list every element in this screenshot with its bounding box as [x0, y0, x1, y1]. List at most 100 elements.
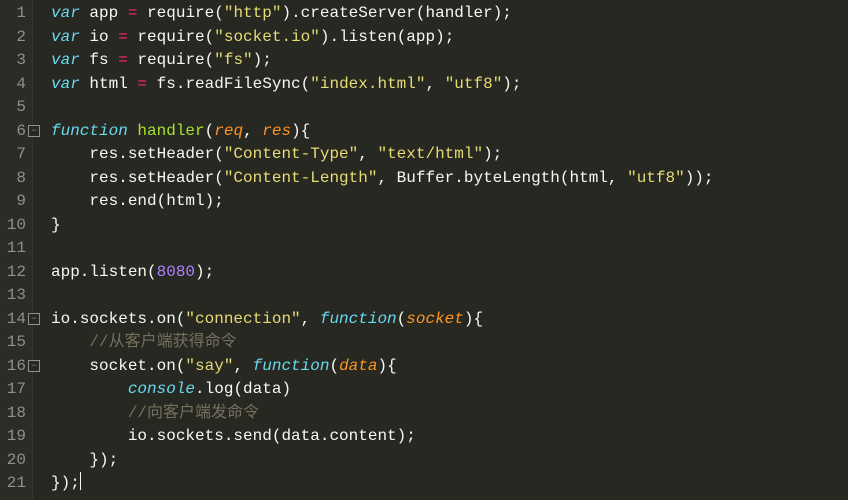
- code-line[interactable]: socket.on("say", function(data){: [51, 355, 714, 379]
- code-line[interactable]: var html = fs.readFileSync("index.html",…: [51, 73, 714, 97]
- code-line[interactable]: var fs = require("fs");: [51, 49, 714, 73]
- token-param: res: [262, 122, 291, 140]
- token-plain: ));: [685, 169, 714, 187]
- token-str: "http": [224, 4, 282, 22]
- token-plain: ){: [464, 310, 483, 328]
- code-line[interactable]: res.setHeader("Content-Type", "text/html…: [51, 143, 714, 167]
- token-param: socket: [406, 310, 464, 328]
- code-line[interactable]: var app = require("http").createServer(h…: [51, 2, 714, 26]
- token-plain: ){: [291, 122, 310, 140]
- token-storage: function: [320, 310, 397, 328]
- line-number: 18: [4, 402, 26, 426]
- token-plain: ,: [243, 122, 262, 140]
- token-str: "utf8": [445, 75, 503, 93]
- line-number: 12: [4, 261, 26, 285]
- code-editor[interactable]: 123456−7891011121314−1516−1718192021 var…: [0, 0, 848, 500]
- token-comment: //向客户端发命令: [128, 404, 259, 422]
- line-number: 17: [4, 378, 26, 402]
- code-area[interactable]: var app = require("http").createServer(h…: [33, 0, 714, 500]
- code-line[interactable]: app.listen(8080);: [51, 261, 714, 285]
- line-number: 1: [4, 2, 26, 26]
- token-plain: (: [397, 310, 407, 328]
- token-plain: );: [195, 263, 214, 281]
- code-line[interactable]: //从客户端获得命令: [51, 331, 714, 355]
- token-plain: res.end(html);: [51, 192, 224, 210]
- token-plain: require(: [128, 51, 214, 69]
- fold-toggle-icon[interactable]: −: [28, 313, 40, 325]
- token-plain: ){: [377, 357, 396, 375]
- token-plain: );: [502, 75, 521, 93]
- code-line[interactable]: io.sockets.send(data.content);: [51, 425, 714, 449]
- token-plain: });: [51, 451, 118, 469]
- token-str: "socket.io": [214, 28, 320, 46]
- token-op: =: [118, 51, 128, 69]
- token-kw: var: [51, 51, 80, 69]
- token-storage: function: [51, 122, 128, 140]
- token-plain: res.setHeader(: [51, 145, 224, 163]
- token-plain: .log(data): [195, 380, 291, 398]
- line-number: 3: [4, 49, 26, 73]
- token-plain: socket.on(: [51, 357, 185, 375]
- token-plain: require(: [137, 4, 223, 22]
- code-line[interactable]: io.sockets.on("connection", function(soc…: [51, 308, 714, 332]
- line-number: 20: [4, 449, 26, 473]
- token-plain: html: [80, 75, 138, 93]
- token-plain: [51, 333, 89, 351]
- token-plain: res.setHeader(: [51, 169, 224, 187]
- token-plain: });: [51, 474, 80, 492]
- fold-toggle-icon[interactable]: −: [28, 360, 40, 372]
- line-number: 11: [4, 237, 26, 261]
- code-line[interactable]: });: [51, 449, 714, 473]
- line-number: 6−: [4, 120, 26, 144]
- token-plain: fs.readFileSync(: [147, 75, 310, 93]
- code-line[interactable]: });: [51, 472, 714, 496]
- token-def: handler: [137, 122, 204, 140]
- token-plain: io.sockets.on(: [51, 310, 185, 328]
- code-line[interactable]: [51, 284, 714, 308]
- token-num: 8080: [157, 263, 195, 281]
- token-op: =: [128, 4, 138, 22]
- token-plain: io.sockets.send(data.content);: [51, 427, 416, 445]
- code-line[interactable]: }: [51, 214, 714, 238]
- token-op: =: [118, 28, 128, 46]
- token-kw: var: [51, 28, 80, 46]
- token-kw: var: [51, 4, 80, 22]
- code-line[interactable]: var io = require("socket.io").listen(app…: [51, 26, 714, 50]
- token-str: "index.html": [310, 75, 425, 93]
- code-line[interactable]: console.log(data): [51, 378, 714, 402]
- token-param: data: [339, 357, 377, 375]
- line-number: 19: [4, 425, 26, 449]
- code-line[interactable]: //向客户端发命令: [51, 402, 714, 426]
- token-plain: io: [80, 28, 118, 46]
- line-number: 8: [4, 167, 26, 191]
- token-plain: ,: [233, 357, 252, 375]
- token-comment: //从客户端获得命令: [89, 333, 236, 351]
- token-op: =: [137, 75, 147, 93]
- line-number: 21: [4, 472, 26, 496]
- line-number: 16−: [4, 355, 26, 379]
- token-plain: ,: [425, 75, 444, 93]
- line-number: 13: [4, 284, 26, 308]
- token-plain: (: [205, 122, 215, 140]
- line-number: 9: [4, 190, 26, 214]
- token-plain: require(: [128, 28, 214, 46]
- code-line[interactable]: res.setHeader("Content-Length", Buffer.b…: [51, 167, 714, 191]
- token-plain: ).createServer(handler);: [281, 4, 511, 22]
- token-plain: , Buffer.byteLength(html,: [377, 169, 627, 187]
- code-line[interactable]: [51, 96, 714, 120]
- token-plain: fs: [80, 51, 118, 69]
- code-line[interactable]: function handler(req, res){: [51, 120, 714, 144]
- token-str: "say": [185, 357, 233, 375]
- text-cursor: [80, 472, 81, 490]
- fold-toggle-icon[interactable]: −: [28, 125, 40, 137]
- line-number-gutter: 123456−7891011121314−1516−1718192021: [0, 0, 33, 500]
- code-line[interactable]: res.end(html);: [51, 190, 714, 214]
- line-number: 4: [4, 73, 26, 97]
- line-number: 10: [4, 214, 26, 238]
- code-line[interactable]: [51, 237, 714, 261]
- token-plain: );: [253, 51, 272, 69]
- line-number: 7: [4, 143, 26, 167]
- line-number: 15: [4, 331, 26, 355]
- token-plain: );: [483, 145, 502, 163]
- token-str: "Content-Length": [224, 169, 378, 187]
